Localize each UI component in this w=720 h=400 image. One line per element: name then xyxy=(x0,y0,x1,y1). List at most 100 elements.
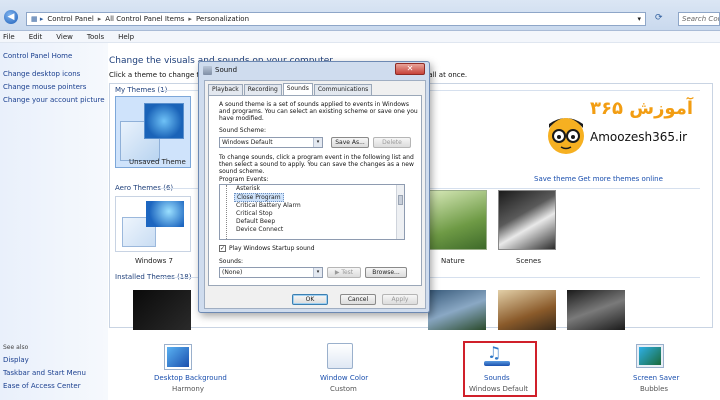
scrollbar-thumb[interactable] xyxy=(398,195,403,205)
menu-file[interactable]: File xyxy=(3,31,15,42)
installed-theme-tile[interactable] xyxy=(428,290,486,330)
menu-view[interactable]: View xyxy=(56,31,73,42)
sounds-field-label: Sounds: xyxy=(219,258,244,265)
program-events-list[interactable]: Asterisk Close Program Critical Battery … xyxy=(219,184,405,240)
instruction-line: sound scheme. xyxy=(219,168,265,175)
apply-button[interactable]: Apply xyxy=(382,294,418,305)
see-also-heading: See also xyxy=(3,344,29,351)
window-color-value: Custom xyxy=(330,385,357,393)
ok-button[interactable]: OK xyxy=(292,294,328,305)
sound-scheme-value: Windows Default xyxy=(222,139,273,146)
breadcrumb-personalization[interactable]: Personalization xyxy=(196,15,249,23)
tab-strip: Playback Recording Sounds Communications xyxy=(208,83,373,95)
event-item[interactable]: Default Beep xyxy=(236,218,275,225)
startup-sound-label: Play Windows Startup sound xyxy=(229,245,315,252)
sounds-select-value: (None) xyxy=(222,269,243,276)
left-pane: Control Panel Home Change desktop icons … xyxy=(0,43,108,400)
intro-line: and programs. You can select an existing… xyxy=(219,108,418,115)
tab-playback[interactable]: Playback xyxy=(208,84,243,95)
instruction-line: To change sounds, click a program event … xyxy=(219,154,414,161)
theme-preview xyxy=(428,290,486,330)
speaker-icon xyxy=(203,66,212,75)
tab-sounds[interactable]: Sounds xyxy=(282,83,313,95)
change-desktop-icons-link[interactable]: Change desktop icons xyxy=(3,70,80,78)
installed-theme-tile[interactable] xyxy=(498,290,556,330)
control-panel-home-link[interactable]: Control Panel Home xyxy=(3,52,72,60)
window-color-label[interactable]: Window Color xyxy=(320,374,368,382)
menu-edit[interactable]: Edit xyxy=(29,31,43,42)
menu-help[interactable]: Help xyxy=(118,31,134,42)
event-item[interactable]: Critical Battery Alarm xyxy=(236,202,301,209)
screen-saver-value: Bubbles xyxy=(640,385,669,393)
tree-lines xyxy=(226,185,232,239)
startup-sound-checkbox[interactable]: ✓ xyxy=(219,245,226,252)
chevron-down-icon: ▾ xyxy=(313,268,322,277)
cancel-button[interactable]: Cancel xyxy=(340,294,376,305)
breadcrumb-control-panel[interactable]: Control Panel xyxy=(47,15,93,23)
nature-theme-label: Nature xyxy=(441,257,465,265)
event-item-selected[interactable]: Close Program xyxy=(234,193,284,202)
events-scrollbar[interactable] xyxy=(396,185,404,239)
intro-line: A sound theme is a set of sounds applied… xyxy=(219,101,409,108)
installed-theme-tile[interactable] xyxy=(567,290,625,330)
browse-button[interactable]: Browse... xyxy=(365,267,407,278)
save-as-button[interactable]: Save As... xyxy=(331,137,369,148)
back-icon[interactable]: ◀ xyxy=(4,10,18,24)
chevron-down-icon[interactable]: ▾ xyxy=(637,15,641,23)
scenes-theme-label: Scenes xyxy=(516,257,541,265)
search-input[interactable]: Search Control Panel xyxy=(678,12,720,26)
control-panel-icon: ▦ ▸ xyxy=(31,15,44,23)
theme-preview xyxy=(498,190,556,250)
address-bar-region: ◀ ▦ ▸ Control Panel ▸ All Control Panel … xyxy=(0,0,720,31)
desktop-background-value: Harmony xyxy=(172,385,204,393)
sound-scheme-select[interactable]: Windows Default ▾ xyxy=(219,137,323,148)
installed-theme-tile[interactable] xyxy=(133,290,191,330)
menu-bar: File Edit View Tools Help xyxy=(0,31,720,43)
event-item[interactable]: Critical Stop xyxy=(236,210,273,217)
test-button[interactable]: ▶ Test xyxy=(327,267,361,278)
intro-line: have modified. xyxy=(219,115,264,122)
get-more-themes-link[interactable]: Get more themes online xyxy=(578,175,663,183)
event-item[interactable]: Device Connect xyxy=(236,226,283,233)
screen-saver-label[interactable]: Screen Saver xyxy=(633,374,679,382)
program-events-label: Program Events: xyxy=(219,176,269,183)
change-mouse-pointers-link[interactable]: Change mouse pointers xyxy=(3,83,86,91)
window-color-icon xyxy=(327,343,353,369)
theme-preview xyxy=(146,201,184,227)
theme-preview xyxy=(567,290,625,330)
desktop-background-icon xyxy=(165,345,191,369)
event-item[interactable]: Asterisk xyxy=(236,185,260,192)
ease-of-access-link[interactable]: Ease of Access Center xyxy=(3,382,81,390)
address-bar[interactable]: ▦ ▸ Control Panel ▸ All Control Panel It… xyxy=(26,12,646,26)
close-button[interactable]: ✕ xyxy=(395,63,425,75)
theme-preview xyxy=(498,290,556,330)
save-theme-link[interactable]: Save theme xyxy=(534,175,576,183)
sounds-select[interactable]: (None) ▾ xyxy=(219,267,323,278)
theme-preview xyxy=(133,290,191,330)
breadcrumb-all-items[interactable]: All Control Panel Items xyxy=(105,15,184,23)
windows7-theme-tile[interactable] xyxy=(115,196,191,252)
display-link[interactable]: Display xyxy=(3,356,29,364)
dialog-body: Playback Recording Sounds Communications… xyxy=(204,80,426,309)
brand-farsi-text: آموزش ۳۶۵ xyxy=(590,98,694,119)
nature-theme-tile[interactable] xyxy=(427,190,487,250)
menu-tools[interactable]: Tools xyxy=(87,31,104,42)
sounds-tab-panel: A sound theme is a set of sounds applied… xyxy=(208,95,422,286)
refresh-icon[interactable]: ⟳ xyxy=(655,13,663,23)
test-button-label: Test xyxy=(341,269,354,276)
taskbar-start-menu-link[interactable]: Taskbar and Start Menu xyxy=(3,369,86,377)
breadcrumb-separator[interactable]: ▸ xyxy=(98,15,102,23)
desktop-background-label[interactable]: Desktop Background xyxy=(154,374,227,382)
tab-communications[interactable]: Communications xyxy=(313,84,373,95)
delete-button[interactable]: Delete xyxy=(373,137,411,148)
sound-dialog: Sound ✕ Playback Recording Sounds Commun… xyxy=(198,61,430,313)
scenes-theme-tile[interactable] xyxy=(498,190,556,250)
instruction-line: then select a sound to apply. You can sa… xyxy=(219,161,414,168)
screen-saver-icon xyxy=(637,345,663,367)
tab-recording[interactable]: Recording xyxy=(243,84,282,95)
brand-url-text: Amoozesh365.ir xyxy=(590,130,688,144)
change-account-picture-link[interactable]: Change your account picture xyxy=(3,96,105,104)
sound-scheme-label: Sound Scheme: xyxy=(219,127,266,134)
breadcrumb-separator[interactable]: ▸ xyxy=(188,15,192,23)
sounds-highlight-box xyxy=(463,341,537,397)
